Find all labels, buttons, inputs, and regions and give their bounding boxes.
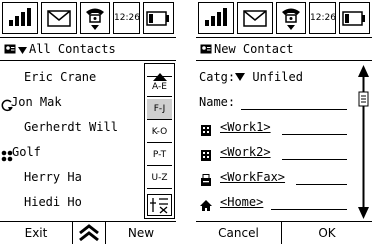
exit-button[interactable]: Exit	[0, 222, 72, 244]
contact-name: Gerherdt Will	[24, 120, 118, 134]
work2-input-line	[282, 159, 347, 160]
alphabet-index: A-E F-J K-O P-T U-Z	[144, 63, 175, 219]
dropdown-arrow-icon[interactable]	[18, 39, 27, 61]
battery-icon	[143, 2, 174, 34]
scroll-up-arrow-icon	[358, 65, 369, 77]
contact-name: Herry Ha	[24, 170, 82, 184]
softkey-bar: Exit New	[0, 221, 176, 244]
new-contact-screen: 12:26 New Contact Catg: Unfiled Name: <W…	[196, 0, 372, 244]
clock-time: 12:26	[113, 2, 140, 34]
work1-phone-field[interactable]: <Work1>	[196, 115, 354, 140]
workfax-label: <WorkFax>	[220, 170, 286, 184]
clock-time: 12:26	[309, 2, 336, 34]
list-item[interactable]: Hiedi Ho	[0, 190, 148, 215]
contact-name: Jon Mak	[11, 95, 62, 109]
signal-strength-icon	[2, 2, 38, 34]
new-contact-title: New Contact	[214, 42, 294, 56]
new-button[interactable]: New	[106, 222, 176, 244]
contact-name: Eric Crane	[24, 70, 97, 84]
list-item[interactable]: Eric Crane	[0, 65, 148, 90]
category-value: Unfiled	[252, 70, 303, 84]
index-symbol-tab[interactable]	[147, 194, 172, 216]
envelope-icon	[41, 2, 77, 34]
phone-icon	[276, 2, 306, 34]
vertical-scrollbar[interactable]	[356, 64, 371, 220]
contacts-title: All Contacts	[29, 42, 116, 56]
contact-list: Eric Crane Jon Mak Gerherdt Will Golf He…	[0, 62, 148, 222]
new-contact-form: Catg: Unfiled Name: <Work1> <Work2> <Wor…	[196, 62, 354, 222]
name-input-line	[241, 109, 347, 110]
work1-input-line	[282, 134, 347, 135]
double-chevron-up-icon	[79, 224, 99, 242]
index-tab-p-t[interactable]: P-T	[147, 145, 172, 166]
list-item[interactable]: Golf	[0, 140, 148, 165]
index-tab-k-o[interactable]: K-O	[147, 122, 172, 143]
list-item[interactable]: Jon Mak	[0, 90, 148, 115]
envelope-icon	[237, 2, 273, 34]
status-bar: 12:26	[0, 0, 176, 38]
cancel-button[interactable]: Cancel	[196, 222, 282, 244]
contact-name: Golf	[12, 145, 41, 159]
home-label: <Home>	[220, 195, 264, 209]
battery-icon	[339, 2, 370, 34]
contact-name: Hiedi Ho	[24, 195, 82, 209]
name-label: Name:	[199, 95, 236, 109]
category-selector[interactable]: Catg: Unfiled	[196, 65, 354, 90]
all-contacts-screen: 12:26 All Contacts Eric Crane Jon Mak Ge…	[0, 0, 176, 244]
status-bar: 12:26	[196, 0, 372, 38]
home-icon	[200, 196, 212, 221]
home-phone-field[interactable]: <Home>	[196, 190, 354, 215]
ok-button[interactable]: OK	[282, 222, 372, 244]
new-contact-title-bar: New Contact	[196, 37, 372, 61]
contacts-title-bar[interactable]: All Contacts	[0, 37, 176, 61]
index-tab-u-z[interactable]: U-Z	[147, 168, 172, 189]
signal-strength-icon	[198, 2, 234, 34]
category-label: Catg:	[199, 70, 236, 84]
scroll-down-arrow-icon	[358, 207, 369, 219]
workfax-field[interactable]: <WorkFax>	[196, 165, 354, 190]
contact-card-icon	[4, 39, 16, 61]
name-field[interactable]: Name:	[196, 90, 354, 115]
chinese-strokes-icon	[150, 198, 168, 214]
phone-icon	[80, 2, 110, 34]
workfax-input-line	[296, 184, 347, 185]
index-tab-a-e[interactable]: A-E	[147, 76, 172, 97]
contact-card-icon	[200, 39, 212, 61]
home-input-line	[271, 209, 347, 210]
navigation-button[interactable]	[72, 222, 106, 244]
list-item[interactable]: Herry Ha	[0, 165, 148, 190]
dropdown-arrow-icon	[235, 70, 246, 84]
softkey-bar: Cancel OK	[196, 221, 372, 244]
index-tab-f-j[interactable]: F-J	[147, 99, 172, 120]
work2-phone-field[interactable]: <Work2>	[196, 140, 354, 165]
work2-label: <Work2>	[220, 145, 271, 159]
list-item[interactable]: Gerherdt Will	[0, 115, 148, 140]
work1-label: <Work1>	[220, 120, 271, 134]
